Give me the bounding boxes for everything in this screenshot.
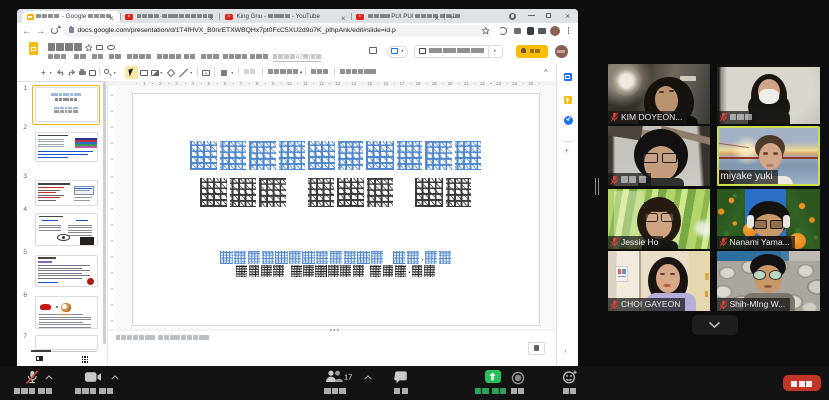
svg-text:17: 17 (344, 373, 352, 382)
